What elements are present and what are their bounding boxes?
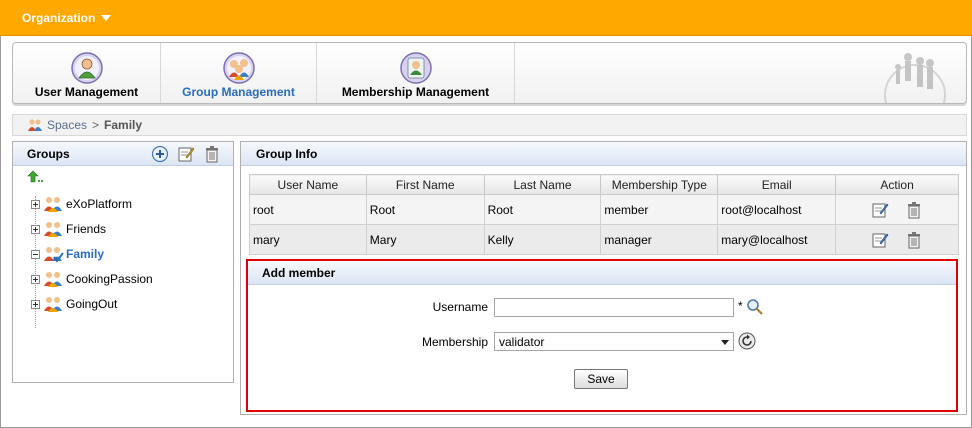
column-header: Last Name — [483, 174, 602, 195]
tree-item-cookingpassion[interactable]: CookingPassion — [31, 269, 153, 289]
expand-icon[interactable] — [31, 274, 40, 284]
add-member-header: Add member — [248, 261, 956, 285]
expand-icon[interactable] — [31, 299, 40, 309]
group-folder-icon — [44, 272, 62, 287]
groups-panel-header: Groups — [13, 142, 233, 166]
members-table: User Name First Name Last Name Membershi… — [249, 174, 959, 255]
add-member-form: Add member Username * Membership validat… — [246, 259, 958, 412]
tree-item-label: CookingPassion — [66, 272, 153, 286]
cell-email: root@localhost — [717, 194, 837, 225]
membership-select-value: validator — [499, 335, 545, 349]
membership-label: Membership — [421, 335, 488, 349]
cell-membership-type: manager — [600, 224, 719, 255]
organization-menu-label: Organization — [22, 11, 96, 25]
save-button[interactable]: Save — [574, 369, 628, 389]
spaces-icon — [28, 119, 42, 131]
group-folder-icon — [44, 247, 64, 263]
table-row: root Root Root member root@localhost — [249, 194, 959, 225]
breadcrumb-separator: > — [92, 118, 100, 132]
tree-item-label: Family — [66, 247, 105, 261]
group-info-header: Group Info — [241, 142, 966, 166]
cell-email: mary@localhost — [717, 224, 837, 255]
column-header: First Name — [365, 174, 485, 195]
breadcrumb-spaces-link[interactable]: Spaces — [47, 118, 87, 132]
edit-icon[interactable] — [177, 145, 195, 163]
breadcrumb-current: Family — [104, 118, 143, 132]
breadcrumb: Spaces > Family — [12, 114, 967, 136]
group-info-title: Group Info — [256, 147, 318, 161]
groups-panel: Groups eXoPlatform Friends Family Cookin… — [12, 141, 234, 383]
chevron-down-icon — [721, 340, 729, 345]
cell-membership-type: member — [600, 194, 719, 225]
expand-icon[interactable] — [31, 199, 40, 209]
cell-username: root — [249, 194, 367, 225]
edit-icon[interactable] — [871, 231, 889, 249]
membership-icon — [399, 52, 432, 84]
add-icon[interactable] — [151, 145, 169, 163]
username-label: Username — [432, 300, 488, 314]
delete-icon[interactable] — [905, 231, 923, 249]
organization-menu[interactable]: Organization — [22, 11, 112, 25]
level-up-icon[interactable] — [27, 170, 45, 184]
group-folder-icon — [44, 197, 62, 212]
top-bar: Organization — [0, 0, 972, 36]
tree-item-label: eXoPlatform — [66, 197, 133, 211]
caret-down-icon — [101, 15, 112, 21]
tree-item-label: GoingOut — [66, 297, 118, 311]
cell-actions — [835, 194, 959, 225]
tree-item-label: Friends — [66, 222, 107, 236]
group-folder-icon — [44, 222, 62, 237]
table-row: mary Mary Kelly manager mary@localhost — [249, 224, 959, 255]
cell-last-name: Root — [483, 194, 602, 225]
cell-actions — [835, 224, 959, 255]
tab-user-management-label: User Management — [34, 85, 139, 99]
group-icon — [222, 52, 255, 84]
tree-item-family[interactable]: Family — [31, 244, 104, 264]
collapse-icon[interactable] — [31, 249, 40, 259]
delete-icon[interactable] — [203, 145, 221, 163]
tree-item-exoplatform[interactable]: eXoPlatform — [31, 194, 132, 214]
column-header: Email — [717, 174, 837, 195]
people-decoration-icon — [884, 53, 946, 103]
tab-user-management[interactable]: User Management — [13, 43, 161, 103]
column-header: Action — [835, 174, 959, 195]
tree-item-friends[interactable]: Friends — [31, 219, 106, 239]
edit-icon[interactable] — [871, 201, 889, 219]
members-table-header: User Name First Name Last Name Membershi… — [249, 174, 959, 195]
groups-tree: eXoPlatform Friends Family CookingPassio… — [13, 166, 233, 328]
search-icon[interactable] — [746, 298, 764, 316]
tab-group-management-label: Group Management — [182, 85, 295, 99]
column-header: User Name — [249, 174, 367, 195]
tab-group-management[interactable]: Group Management — [161, 43, 317, 103]
column-header: Membership Type — [600, 174, 719, 195]
management-tabbar: User Management Group Management Members… — [12, 42, 967, 104]
tree-item-goingout[interactable]: GoingOut — [31, 294, 117, 314]
cell-first-name: Mary — [365, 224, 485, 255]
groups-panel-title: Groups — [27, 147, 70, 161]
expand-icon[interactable] — [31, 224, 40, 234]
tab-membership-management[interactable]: Membership Management — [317, 43, 515, 103]
group-folder-icon — [44, 297, 62, 312]
cell-username: mary — [249, 224, 367, 255]
username-input[interactable] — [494, 298, 734, 317]
refresh-icon[interactable] — [738, 332, 756, 350]
user-icon — [70, 52, 103, 84]
cell-last-name: Kelly — [483, 224, 602, 255]
tab-membership-management-label: Membership Management — [341, 85, 490, 99]
add-member-title: Add member — [262, 266, 336, 280]
required-mark: * — [738, 299, 743, 313]
cell-first-name: Root — [365, 194, 485, 225]
delete-icon[interactable] — [905, 201, 923, 219]
membership-select[interactable]: validator — [494, 332, 734, 351]
group-info-panel: Group Info User Name First Name Last Nam… — [240, 141, 967, 415]
groups-panel-actions — [151, 145, 221, 163]
